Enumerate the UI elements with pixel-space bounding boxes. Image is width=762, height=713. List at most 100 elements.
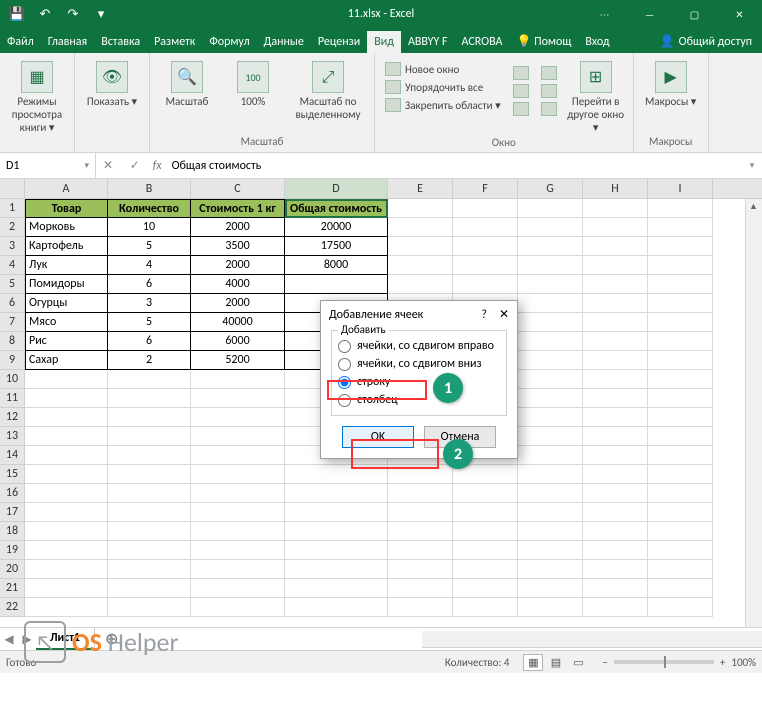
cell-H17[interactable] [583,503,648,522]
minimize-icon[interactable]: — [627,0,672,28]
row-header-6[interactable]: 6 [0,294,25,313]
cell-A15[interactable] [25,465,108,484]
cell-A11[interactable] [25,389,108,408]
reset-pos-icon[interactable] [541,102,557,116]
name-box[interactable]: D1▾ [0,153,96,178]
cell-F22[interactable] [453,598,518,617]
cell-F21[interactable] [453,579,518,598]
cell-G9[interactable] [518,351,583,370]
radio-shift-down[interactable]: ячейки, со сдвигом вниз [338,355,500,373]
cell-I13[interactable] [648,427,713,446]
cell-A20[interactable] [25,560,108,579]
formula-enter-icon[interactable]: ✓ [123,158,147,173]
zoom-in-icon[interactable]: + [720,656,725,669]
cell-B6[interactable]: 3 [108,294,191,313]
cell-H6[interactable] [583,294,648,313]
cell-B19[interactable] [108,541,191,560]
tab-acrobat[interactable]: ACROBA [455,31,510,53]
cell-A2[interactable]: Морковь [25,218,108,237]
cell-A18[interactable] [25,522,108,541]
cell-B9[interactable]: 2 [108,351,191,370]
cell-C3[interactable]: 3500 [191,237,285,256]
cell-D1[interactable]: Общая стоимость [285,199,388,218]
view-pagelayout-icon[interactable]: ▤ [546,654,566,671]
cell-A13[interactable] [25,427,108,446]
cell-A10[interactable] [25,370,108,389]
maximize-icon[interactable]: ▢ [672,0,717,28]
tab-review[interactable]: Рецензи [311,31,367,53]
cell-C17[interactable] [191,503,285,522]
view-normal-icon[interactable]: ▦ [523,654,543,671]
cell-B17[interactable] [108,503,191,522]
cell-I11[interactable] [648,389,713,408]
tab-layout[interactable]: Разметк [147,31,202,53]
cell-F16[interactable] [453,484,518,503]
cell-C9[interactable]: 5200 [191,351,285,370]
cell-C11[interactable] [191,389,285,408]
cell-G17[interactable] [518,503,583,522]
cell-G6[interactable] [518,294,583,313]
qat-more-icon[interactable]: ▾ [88,3,114,25]
cell-B14[interactable] [108,446,191,465]
col-header-E[interactable]: E [388,179,453,198]
cell-F2[interactable] [453,218,518,237]
tab-view[interactable]: Вид [367,31,401,53]
cell-G8[interactable] [518,332,583,351]
cell-H10[interactable] [583,370,648,389]
cell-A16[interactable] [25,484,108,503]
cell-F18[interactable] [453,522,518,541]
cell-C14[interactable] [191,446,285,465]
cell-D15[interactable] [285,465,388,484]
row-header-10[interactable]: 10 [0,370,25,389]
tab-home[interactable]: Главная [41,31,94,53]
cell-I22[interactable] [648,598,713,617]
tab-file[interactable]: Файл [0,31,41,53]
cell-C22[interactable] [191,598,285,617]
row-header-17[interactable]: 17 [0,503,25,522]
cell-G2[interactable] [518,218,583,237]
cell-H4[interactable] [583,256,648,275]
cell-C16[interactable] [191,484,285,503]
cell-C5[interactable]: 4000 [191,275,285,294]
unhide-icon[interactable] [513,102,529,116]
cell-C20[interactable] [191,560,285,579]
row-header-8[interactable]: 8 [0,332,25,351]
col-header-F[interactable]: F [453,179,518,198]
cell-H8[interactable] [583,332,648,351]
col-header-B[interactable]: B [108,179,191,198]
cell-D3[interactable]: 17500 [285,237,388,256]
cell-B2[interactable]: 10 [108,218,191,237]
cell-E1[interactable] [388,199,453,218]
cell-I20[interactable] [648,560,713,579]
cell-E20[interactable] [388,560,453,579]
formula-cancel-icon[interactable]: ✕ [96,158,120,173]
signin-button[interactable]: Вход [578,31,616,53]
cell-G16[interactable] [518,484,583,503]
show-button[interactable]: 👁Показать ▾ [81,59,143,110]
tab-formulas[interactable]: Формул [202,31,256,53]
row-header-12[interactable]: 12 [0,408,25,427]
row-header-2[interactable]: 2 [0,218,25,237]
cell-G14[interactable] [518,446,583,465]
zoom-selection-button[interactable]: ⤢Масштаб по выделенному [288,59,368,123]
split-icon[interactable] [513,66,529,80]
sheet-nav-prev-icon[interactable]: ◀ [0,632,18,647]
zoom-100-button[interactable]: 100100% [222,59,284,110]
cell-I4[interactable] [648,256,713,275]
cell-D5[interactable] [285,275,388,294]
col-header-I[interactable]: I [648,179,713,198]
cell-G20[interactable] [518,560,583,579]
col-header-H[interactable]: H [583,179,648,198]
cell-H19[interactable] [583,541,648,560]
cell-C6[interactable]: 2000 [191,294,285,313]
cell-G3[interactable] [518,237,583,256]
cell-A8[interactable]: Рис [25,332,108,351]
cell-D22[interactable] [285,598,388,617]
cell-G7[interactable] [518,313,583,332]
cell-A9[interactable]: Сахар [25,351,108,370]
cell-B15[interactable] [108,465,191,484]
row-header-5[interactable]: 5 [0,275,25,294]
horizontal-scrollbar[interactable] [422,631,762,648]
close-icon[interactable]: ✕ [717,0,762,28]
cell-C4[interactable]: 2000 [191,256,285,275]
